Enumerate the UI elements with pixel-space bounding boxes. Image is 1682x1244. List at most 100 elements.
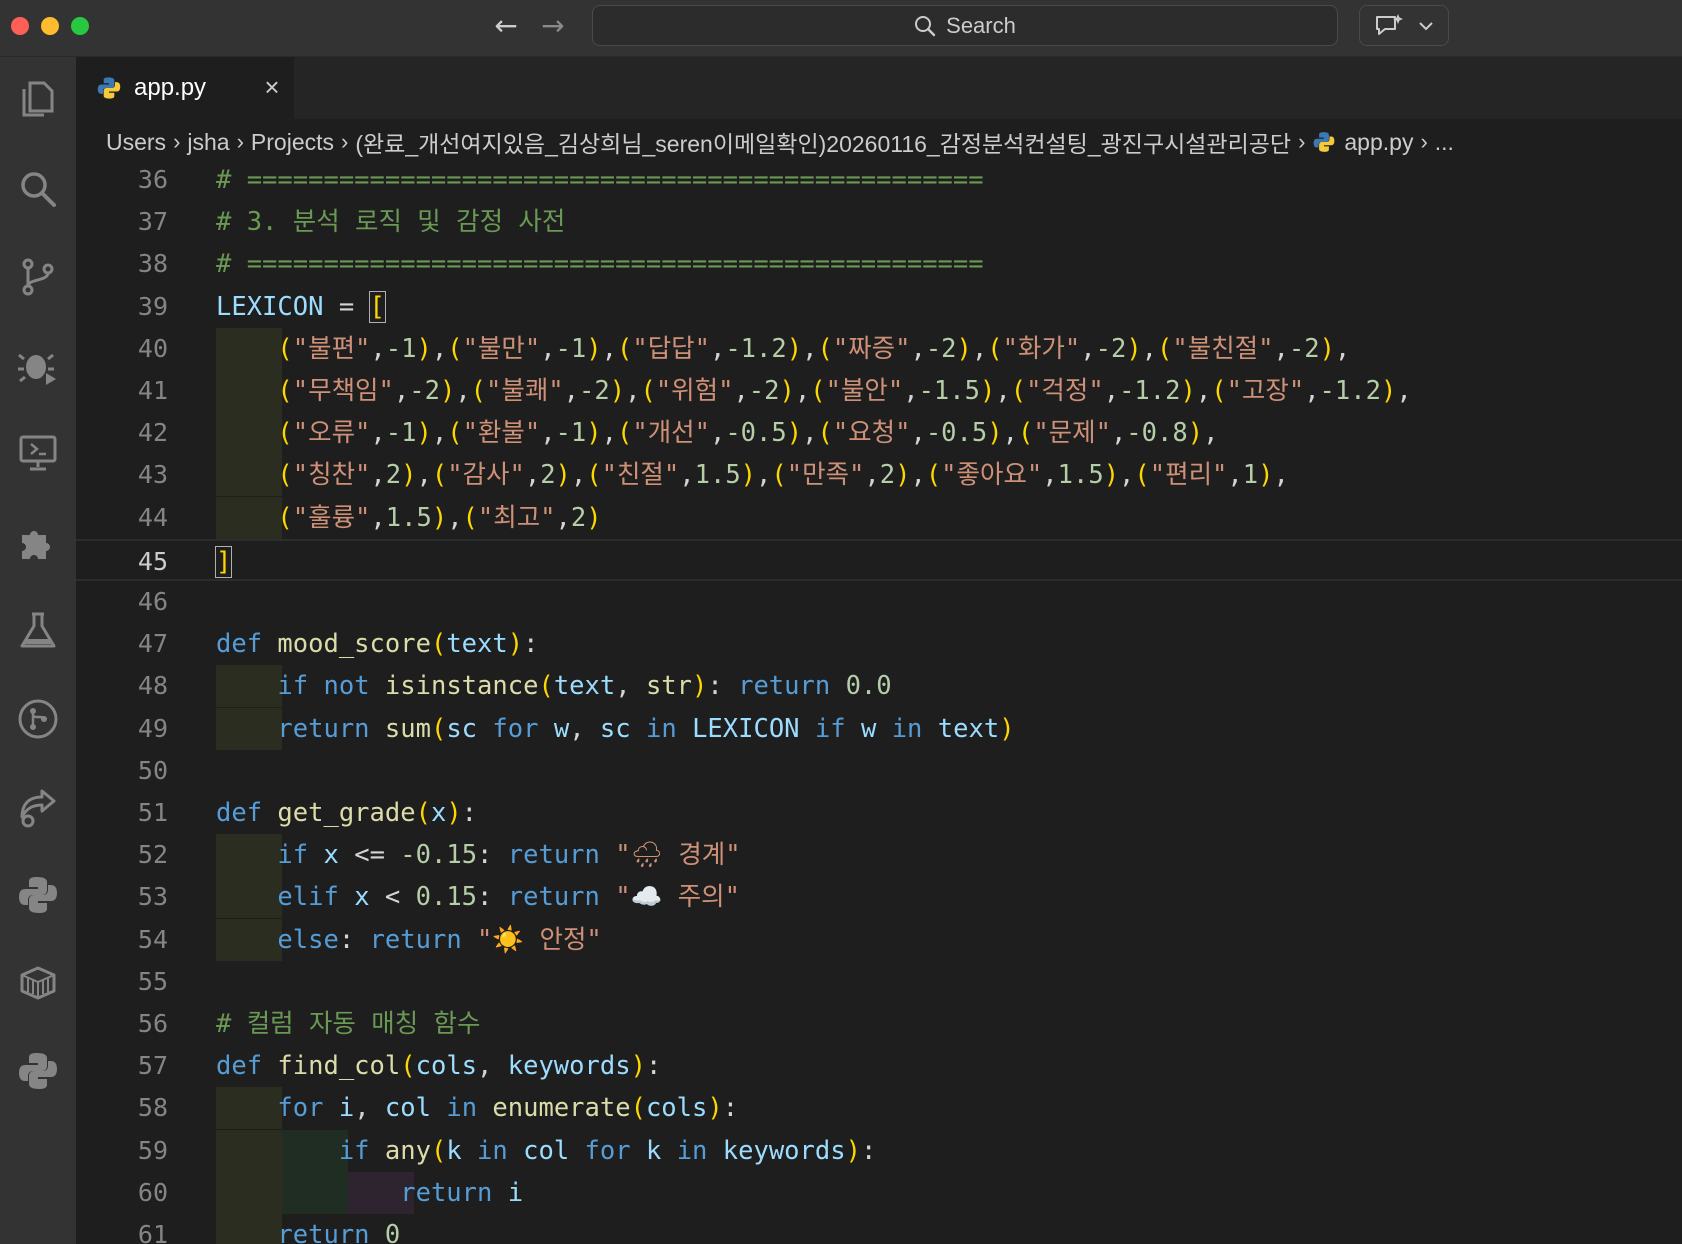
code-line[interactable]: 46	[76, 581, 1682, 623]
code-line[interactable]: 60 return i	[76, 1171, 1682, 1214]
testing-icon[interactable]	[8, 601, 68, 661]
python-file-icon	[97, 77, 121, 99]
code-line[interactable]: 52 if x <= -0.15: return "🌧 경계"	[76, 834, 1682, 877]
code-text[interactable]: else: return "☀️ 안정"	[216, 919, 601, 961]
arrow-right-icon[interactable]: →	[535, 8, 571, 44]
code-text[interactable]: return 0	[216, 1214, 400, 1244]
code-line[interactable]: 44 ("훌륭",1.5),("최고",2)	[76, 496, 1682, 539]
python-env-icon[interactable]	[8, 1041, 68, 1101]
code-line[interactable]: 58 for i, col in enumerate(cols):	[76, 1087, 1682, 1130]
arrow-left-icon[interactable]: ←	[488, 8, 524, 44]
close-icon[interactable]: ×	[256, 71, 288, 103]
line-number: 37	[137, 207, 168, 237]
code-text[interactable]: # ======================================…	[216, 165, 984, 201]
chat-sparkle-icon	[1376, 13, 1403, 35]
breadcrumb-item-projects[interactable]: Projects	[251, 129, 334, 156]
maximize-window-button[interactable]	[71, 17, 89, 35]
line-number: 40	[137, 333, 168, 363]
python-file-icon	[1314, 132, 1335, 152]
line-number: 48	[137, 671, 168, 701]
code-line[interactable]: 49 return sum(sc for w, sc in LEXICON if…	[76, 707, 1682, 750]
code-text[interactable]: return i	[216, 1172, 523, 1214]
code-text[interactable]: ("칭찬",2),("감사",2),("친절",1.5),("만족",2),("…	[216, 454, 1288, 496]
code-line[interactable]: 57 def find_col(cols, keywords):	[76, 1045, 1682, 1087]
breadcrumb-item-symbol[interactable]: ...	[1435, 129, 1454, 156]
code-text[interactable]: def find_col(cols, keywords):	[216, 1045, 661, 1087]
code-text[interactable]: ("오류",-1),("환불",-1),("개선",-0.5),("요청",-0…	[216, 412, 1218, 454]
line-number: 58	[137, 1093, 168, 1123]
containers-icon[interactable]	[8, 953, 68, 1013]
code-text[interactable]: if x <= -0.15: return "🌧 경계"	[216, 834, 740, 876]
minimize-window-button[interactable]	[41, 17, 59, 35]
code-line[interactable]: 45]	[76, 538, 1682, 583]
code-line[interactable]: 42 ("오류",-1),("환불",-1),("개선",-0.5),("요청"…	[76, 412, 1682, 455]
code-line[interactable]: 50	[76, 750, 1682, 792]
code-text[interactable]: ("무책임",-2),("불쾌",-2),("위험",-2),("불안",-1.…	[216, 370, 1411, 412]
code-text[interactable]: # 3. 분석 로직 및 감정 사전	[216, 201, 565, 243]
code-line[interactable]: 51 def get_grade(x):	[76, 792, 1682, 834]
run-debug-icon[interactable]	[8, 335, 68, 395]
breadcrumb: Users › jsha › Projects › (완료_개선여지있음_김상희…	[76, 119, 1682, 165]
line-number: 59	[137, 1135, 168, 1165]
code-text[interactable]: ]	[214, 541, 233, 583]
search-icon	[915, 15, 936, 36]
line-number: 39	[137, 291, 168, 321]
line-number: 44	[137, 502, 168, 532]
live-share-icon[interactable]	[8, 777, 68, 837]
code-line[interactable]: 55	[76, 961, 1682, 1003]
code-line[interactable]: 61 return 0	[76, 1214, 1682, 1244]
chat-button[interactable]	[1359, 5, 1449, 46]
search-placeholder: Search	[946, 12, 1016, 38]
line-number: 41	[137, 376, 168, 405]
code-text[interactable]: def mood_score(text):	[216, 623, 538, 665]
breadcrumb-item-jsha[interactable]: jsha	[187, 129, 229, 156]
remote-explorer-icon[interactable]	[8, 423, 68, 483]
code-text[interactable]: return sum(sc for w, sc in LEXICON if w …	[216, 708, 1014, 750]
code-line[interactable]: 37 # 3. 분석 로직 및 감정 사전	[76, 201, 1682, 243]
line-number: 51	[137, 798, 168, 827]
extensions-icon[interactable]	[8, 513, 68, 573]
code-editor[interactable]: 36 # ====================================…	[76, 165, 1682, 1244]
code-text[interactable]: # ======================================…	[216, 243, 984, 285]
code-line[interactable]: 41 ("무책임",-2),("불쾌",-2),("위험",-2),("불안",…	[76, 370, 1682, 412]
title-bar: ← → Search	[0, 0, 1682, 57]
code-text[interactable]: for i, col in enumerate(cols):	[216, 1087, 738, 1129]
search-icon[interactable]	[8, 159, 68, 219]
code-line[interactable]: 39 LEXICON = [	[76, 286, 1682, 328]
code-line[interactable]: 47 def mood_score(text):	[76, 623, 1682, 665]
line-number: 38	[137, 249, 168, 279]
code-line[interactable]: 36 # ====================================…	[76, 165, 1682, 201]
breadcrumb-item-users[interactable]: Users	[106, 129, 166, 156]
explorer-icon[interactable]	[8, 69, 68, 129]
line-number: 45	[137, 546, 168, 576]
source-control-icon[interactable]	[8, 247, 68, 307]
line-number: 43	[137, 460, 168, 490]
close-window-button[interactable]	[11, 17, 29, 35]
code-line[interactable]: 54 else: return "☀️ 안정"	[76, 918, 1682, 961]
code-line[interactable]: 59 if any(k in col for k in keywords):	[76, 1129, 1682, 1172]
code-text[interactable]: # 컬럼 자동 매칭 함수	[216, 1003, 480, 1045]
code-text[interactable]: if not isinstance(text, str): return 0.0	[216, 665, 891, 707]
code-line[interactable]: 48 if not isinstance(text, str): return …	[76, 665, 1682, 708]
breadcrumb-item-file[interactable]: app.py	[1344, 129, 1413, 156]
code-line[interactable]: 43 ("칭찬",2),("감사",2),("친절",1.5),("만족",2)…	[76, 454, 1682, 497]
breadcrumb-item-project-folder[interactable]: (완료_개선여지있음_김상희님_seren이메일확인)20260116_감정분석…	[355, 125, 1291, 159]
chevron-down-icon	[1419, 21, 1433, 30]
line-number: 55	[137, 966, 168, 996]
git-graph-icon[interactable]	[8, 689, 68, 749]
code-text[interactable]: ("훌륭",1.5),("최고",2)	[216, 497, 601, 539]
line-number: 61	[137, 1220, 168, 1244]
code-text[interactable]: ("불편",-1),("불만",-1),("답답",-1.2),("짜증",-2…	[216, 328, 1350, 370]
code-text[interactable]: LEXICON = [	[216, 286, 386, 328]
code-line[interactable]: 38 # ====================================…	[76, 243, 1682, 285]
tab-app-py[interactable]: app.py ×	[76, 57, 294, 119]
code-line[interactable]: 53 elif x < 0.15: return "☁️ 주의"	[76, 876, 1682, 919]
command-center-search[interactable]: Search	[592, 5, 1338, 46]
code-text[interactable]: elif x < 0.15: return "☁️ 주의"	[216, 876, 740, 918]
python-icon[interactable]	[8, 865, 68, 925]
code-text[interactable]: if any(k in col for k in keywords):	[216, 1130, 876, 1172]
chevron-right-icon: ›	[1420, 129, 1428, 154]
code-line[interactable]: 56 # 컬럼 자동 매칭 함수	[76, 1003, 1682, 1045]
code-line[interactable]: 40 ("불편",-1),("불만",-1),("답답",-1.2),("짜증"…	[76, 327, 1682, 370]
code-text[interactable]: def get_grade(x):	[216, 792, 477, 834]
